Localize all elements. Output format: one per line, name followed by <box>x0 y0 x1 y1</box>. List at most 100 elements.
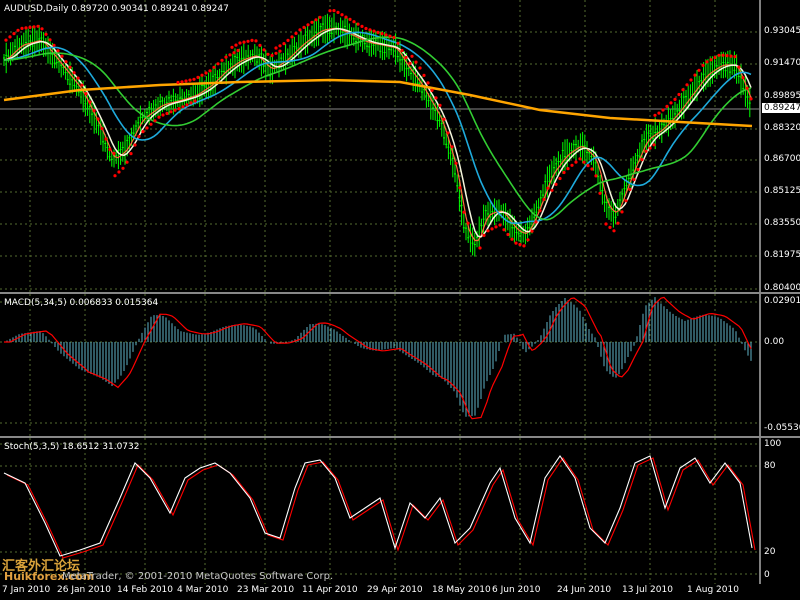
sar-dot <box>554 182 558 186</box>
sar-dot <box>404 55 408 60</box>
sar-dot <box>250 38 254 43</box>
sar-dot <box>177 107 181 111</box>
price-chart-panel[interactable]: AUDUSD,Daily 0.89720 0.90341 0.89241 0.8… <box>0 0 761 292</box>
sar-dot <box>534 220 538 224</box>
sar-dot <box>234 43 238 47</box>
macd-panel[interactable]: MACD(5,34,5) 0.006833 0.015364 <box>0 294 761 436</box>
sar-dot <box>388 34 392 38</box>
time-axis-label: 1 Aug 2010 <box>687 585 739 595</box>
sar-dot <box>72 71 76 75</box>
sar-dot <box>344 15 348 19</box>
sar-dot <box>290 35 294 39</box>
current-price-tag: 0.89247 <box>762 103 800 113</box>
ma-orange-line <box>3 78 753 128</box>
stoch-label-20: 20 <box>764 547 776 557</box>
sar-dot <box>76 76 80 80</box>
sar-dot <box>673 97 677 101</box>
price-axis-label: 0.88320 <box>764 123 800 133</box>
price-axis-label: 0.93045 <box>764 26 800 36</box>
sar-dot <box>542 197 546 201</box>
sar-dot <box>612 229 616 233</box>
sar-dot <box>84 92 88 96</box>
sar-dot <box>20 26 24 30</box>
sar-dot <box>278 44 282 48</box>
copyright-text: MetaTrader, © 2001-2010 MetaQuotes Softw… <box>62 571 334 582</box>
sar-dot <box>137 134 141 138</box>
sar-dot <box>92 109 96 113</box>
price-chart-header: AUDUSD,Daily 0.89720 0.90341 0.89241 0.8… <box>4 4 229 14</box>
sar-dot <box>80 83 84 87</box>
sar-dot <box>709 58 713 62</box>
sar-dot <box>644 149 648 153</box>
macd-header: MACD(5,34,5) 0.006833 0.015364 <box>4 298 159 308</box>
sar-dot <box>562 170 566 175</box>
sar-dot <box>173 108 177 112</box>
sar-dot <box>302 25 306 29</box>
sar-dot <box>410 54 414 58</box>
sar-dot <box>332 9 336 13</box>
sar-dot <box>161 113 165 117</box>
sar-dot <box>266 52 270 56</box>
sar-dot <box>180 80 184 84</box>
sar-dot <box>48 38 52 42</box>
stoch-label-80: 80 <box>764 461 776 471</box>
time-axis-label: 26 Jan 2010 <box>57 585 111 595</box>
sar-dot <box>181 105 185 109</box>
time-axis-label: 6 Jun 2010 <box>492 585 541 595</box>
sar-dot <box>104 137 108 141</box>
time-axis-label: 29 Apr 2010 <box>367 585 423 595</box>
time-axis-label: 14 Feb 2010 <box>117 585 174 595</box>
sar-dot <box>380 31 384 36</box>
sar-dot <box>438 103 442 107</box>
sar-dot <box>192 77 196 81</box>
sar-dot <box>458 186 462 190</box>
sar-dot <box>450 145 454 149</box>
sar-dot <box>232 51 236 55</box>
sar-dot <box>169 110 173 114</box>
sar-dot <box>522 244 526 248</box>
sar-dot <box>574 160 578 164</box>
sar-dot <box>729 54 733 58</box>
sar-dot <box>414 60 418 64</box>
sar-dot <box>384 33 388 37</box>
sar-dot <box>653 113 657 117</box>
sar-dot <box>422 73 426 77</box>
sar-dot <box>238 41 242 45</box>
sar-dot <box>490 227 494 231</box>
time-axis-label: 7 Jan 2010 <box>2 585 51 595</box>
sar-dot <box>546 186 550 190</box>
sar-dot <box>254 39 258 43</box>
sar-dot <box>725 54 729 58</box>
sar-dot <box>582 160 586 164</box>
sar-dot <box>121 166 125 170</box>
sar-dot <box>278 49 282 53</box>
sar-dot <box>176 80 180 85</box>
sar-dot <box>113 174 117 178</box>
sar-dot <box>216 62 220 66</box>
sar-dot <box>230 45 234 49</box>
sar-dot <box>418 66 422 70</box>
price-axis-label: 0.81975 <box>764 250 800 260</box>
sar-dot <box>212 65 216 69</box>
sar-dot <box>200 73 204 77</box>
sar-dot <box>518 242 522 247</box>
sar-dot <box>594 174 598 178</box>
sar-dot <box>526 238 530 242</box>
stochastic-panel[interactable]: Stoch(5,3,5) 18.6512 31.0732 <box>0 438 761 584</box>
sar-dot <box>294 31 298 35</box>
sar-dot <box>153 119 157 123</box>
sar-dot <box>32 25 36 29</box>
sar-dot <box>530 229 534 233</box>
sar-dot <box>220 58 224 62</box>
sar-dot <box>274 46 278 50</box>
sar-dot <box>52 43 56 47</box>
sar-dot <box>598 191 602 195</box>
price-chart-canvas <box>0 0 761 292</box>
sar-dot <box>396 41 400 45</box>
sar-dot <box>713 55 717 60</box>
sar-dot <box>665 104 669 108</box>
sar-dot <box>482 233 486 237</box>
time-axis-label: 24 Jun 2010 <box>557 585 612 595</box>
sar-dot <box>550 188 554 192</box>
sar-dot <box>454 161 458 165</box>
